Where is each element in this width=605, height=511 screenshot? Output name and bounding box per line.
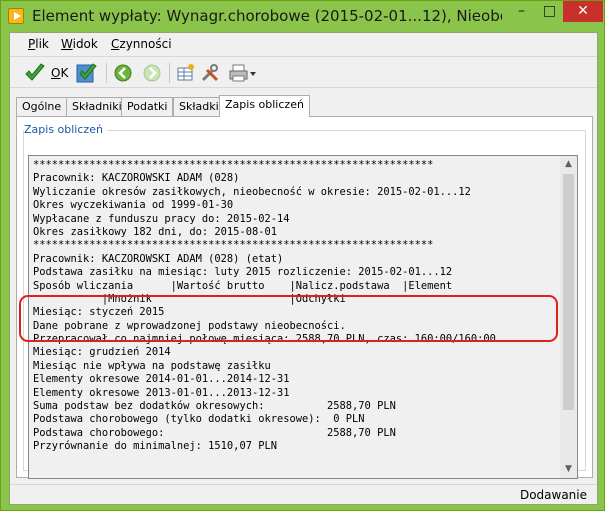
log-line: Sposób wliczania |Wartość brutto |Nalicz… [33, 279, 453, 292]
toolbar: OK [10, 56, 597, 88]
log-line: Dane pobrane z wprowadzonej podstawy nie… [33, 319, 346, 332]
vertical-scrollbar[interactable]: ▲ ▼ [560, 156, 577, 478]
log-line: Okres zasiłkowy 182 dni, do: 2015-08-01 [33, 225, 277, 238]
window-title: Element wypłaty: Wynagr.chorobowe (2015-… [32, 7, 502, 25]
log-line: Podstawa chorobowego (tylko dodatki okre… [33, 413, 365, 426]
app-icon [8, 8, 24, 24]
log-line: Wyliczanie okresów zasiłkowych, nieobecn… [33, 185, 471, 198]
log-line: Elementy okresowe 2013-01-01...2013-12-3… [33, 386, 290, 399]
save-apply-icon[interactable] [76, 62, 98, 84]
log-line: Wypłacane z funduszu pracy do: 2015-02-1… [33, 212, 290, 225]
minimize-button[interactable]: – [508, 1, 535, 22]
menu-widok[interactable]: Widok [61, 37, 98, 51]
log-line: |Mnożnik |Odchyłki [33, 292, 346, 305]
tab-podatki[interactable]: Podatki [121, 97, 174, 116]
log-line: Podstawa chorobowego: 2588,70 PLN [33, 426, 396, 439]
group-box: ****************************************… [23, 130, 586, 479]
log-line: Podstawa zasiłku na miesiąc: luty 2015 r… [33, 266, 453, 279]
printer-icon[interactable] [228, 62, 250, 84]
log-line: ****************************************… [33, 159, 434, 171]
scroll-up-icon[interactable]: ▲ [560, 156, 577, 173]
toolbar-separator [169, 63, 170, 83]
log-line: Miesiąc: styczeń 2015 [33, 306, 165, 319]
main-window: Element wypłaty: Wynagr.chorobowe (2015-… [0, 0, 605, 511]
ok-checkmark-icon[interactable] [24, 62, 46, 84]
forward-arrow-icon[interactable] [141, 62, 163, 84]
log-line: Elementy okresowe 2014-01-01...2014-12-3… [33, 373, 290, 386]
title-bar[interactable]: Element wypłaty: Wynagr.chorobowe (2015-… [1, 1, 604, 32]
tab-skladki[interactable]: Składki [173, 97, 225, 116]
log-line: Suma podstaw bez dodatków okresowych: 25… [33, 400, 396, 413]
tab-panel: Zapis obliczeń *************************… [16, 116, 593, 479]
tab-ogolne[interactable]: Ogólne [16, 97, 68, 116]
grid-settings-icon[interactable] [175, 62, 197, 84]
menu-plik[interactable]: Plik [28, 37, 49, 51]
status-text: Dodawanie [519, 488, 587, 502]
log-line: Pracownik: KACZOROWSKI ADAM (028) (etat) [33, 252, 284, 265]
menu-bar: Plik Widok Czynności [10, 33, 597, 55]
menu-czynnosci[interactable]: Czynności [111, 37, 172, 51]
log-lines: ****************************************… [33, 159, 561, 454]
ok-button-label[interactable]: OK [51, 66, 68, 80]
window-client: Plik Widok Czynności OK Ogólne Składniki… [9, 32, 598, 505]
log-line: Miesiąc: grudzień 2014 [33, 346, 171, 359]
log-line: Okres wyczekiwania od 1999-01-30 [33, 199, 234, 212]
tools-icon[interactable] [199, 62, 221, 84]
tab-zapis-obliczen[interactable]: Zapis obliczeń [219, 95, 310, 117]
toolbar-separator [106, 63, 107, 83]
status-bar: Dodawanie [10, 484, 597, 505]
log-line: ****************************************… [33, 239, 434, 252]
back-arrow-icon[interactable] [112, 62, 134, 84]
calculation-log-textarea[interactable]: ****************************************… [28, 155, 578, 479]
maximize-button[interactable]: □ [536, 1, 563, 22]
scroll-down-icon[interactable]: ▼ [560, 461, 577, 478]
scroll-thumb[interactable] [563, 174, 574, 410]
log-line: Miesiąc nie wpływa na podstawę zasiłku [33, 359, 271, 372]
log-line: Pracownik: KACZOROWSKI ADAM (028) [33, 172, 240, 185]
close-button[interactable]: ✕ [563, 1, 603, 22]
chevron-down-icon[interactable] [248, 62, 258, 84]
log-line: Przepracował co najmniej połowę miesiąca… [33, 333, 496, 346]
tab-skladniki[interactable]: Składniki [66, 97, 128, 116]
log-line: Przyrównanie do minimalnej: 1510,07 PLN [33, 440, 277, 453]
